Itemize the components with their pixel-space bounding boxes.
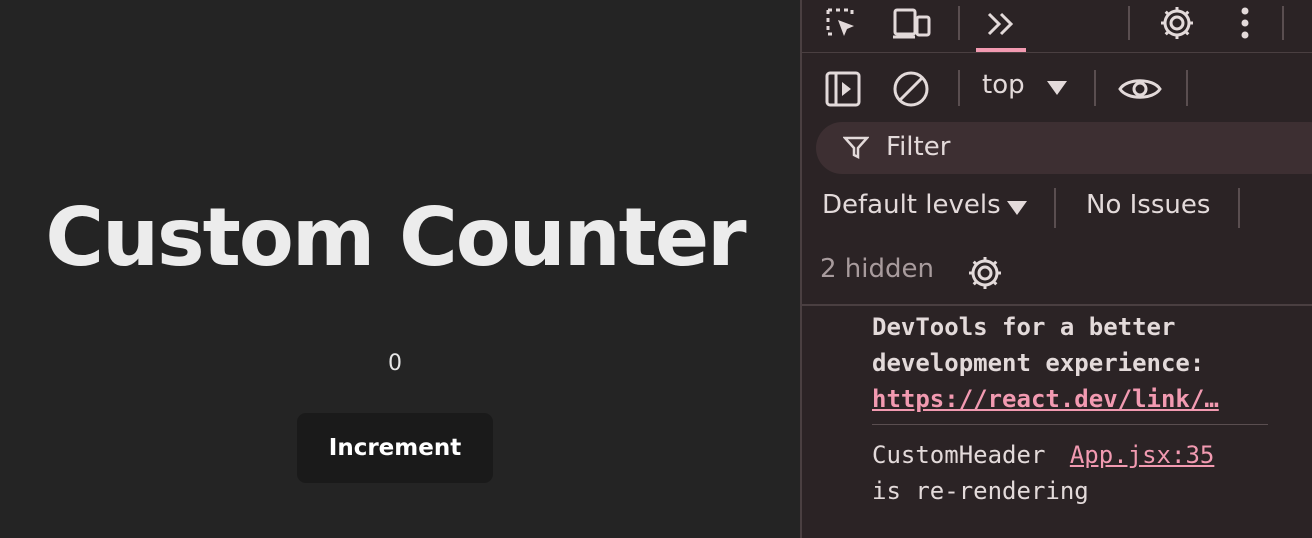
kebab-menu-icon[interactable] [1230, 2, 1260, 44]
tabbar-divider [1128, 6, 1130, 40]
context-selector[interactable]: top [982, 70, 1025, 100]
filter-funnel-icon [842, 134, 870, 162]
console-message: CustomHeader App.jsx:35 is re-rendering [872, 437, 1214, 509]
react-devtools-link[interactable]: https://react.dev/link/… [872, 381, 1219, 417]
live-expression-eye-icon[interactable] [1116, 70, 1164, 108]
default-levels-dropdown[interactable]: Default levels [822, 190, 1001, 220]
tabbar-divider [958, 6, 960, 40]
filter-divider [1054, 188, 1056, 228]
tabbar-divider [1282, 6, 1284, 40]
filter-placeholder: Filter [886, 132, 951, 162]
message-line: development experience: [872, 349, 1205, 377]
devtools-tabbar [802, 0, 1312, 53]
toolbar-divider [1186, 70, 1188, 106]
clear-console-icon[interactable] [890, 68, 932, 110]
toolbar-divider [1094, 70, 1096, 106]
source-link[interactable]: App.jsx:35 [1070, 441, 1215, 469]
app-viewport: Custom Counter 0 Increment [0, 0, 800, 538]
chevron-down-icon[interactable] [1046, 78, 1068, 98]
console-message: DevTools for a better development experi… [872, 309, 1219, 417]
message-separator [872, 424, 1268, 425]
message-line: DevTools for a better [872, 313, 1176, 341]
filter-divider [1238, 188, 1240, 228]
more-tabs-chevron-icon[interactable] [978, 4, 1024, 44]
devtools-panel: top Filter Default levels No Issues 2 hi… [800, 0, 1312, 538]
message-text: CustomHeader [872, 441, 1046, 469]
message-line: is re-rendering [872, 477, 1089, 505]
device-toolbar-icon[interactable] [890, 4, 934, 44]
inspect-element-icon[interactable] [822, 4, 862, 44]
increment-button[interactable]: Increment [297, 413, 493, 483]
counter-value: 0 [388, 351, 402, 376]
toolbar-divider [958, 70, 960, 106]
chevron-down-icon[interactable] [1006, 198, 1028, 218]
active-tab-indicator [976, 48, 1026, 52]
issues-button[interactable]: No Issues [1086, 190, 1210, 220]
page-title: Custom Counter [45, 191, 746, 284]
gear-icon[interactable] [1156, 2, 1198, 44]
sidebar-toggle-icon[interactable] [822, 68, 864, 110]
console-divider [802, 304, 1312, 306]
console-settings-gear-icon[interactable] [964, 252, 1006, 294]
hidden-messages-count: 2 hidden [820, 254, 934, 284]
